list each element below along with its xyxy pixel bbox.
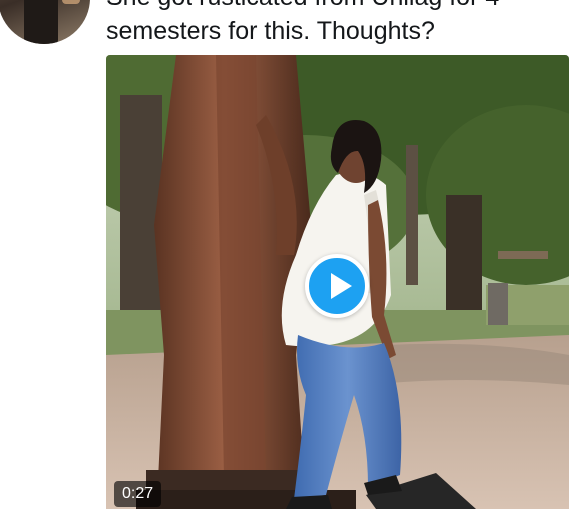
tweet-text: She got rusticated from Unilag for 4 sem… xyxy=(106,0,576,48)
avatar-figure xyxy=(24,0,58,44)
tweet: She got rusticated from Unilag for 4 sem… xyxy=(0,0,588,509)
play-icon xyxy=(331,273,352,299)
avatar[interactable] xyxy=(0,0,90,44)
avatar-accent xyxy=(62,0,80,4)
tweet-text-line-2: semesters for this. Thoughts? xyxy=(106,17,435,45)
video-duration-badge: 0:27 xyxy=(114,481,162,507)
tweet-text-line-1: She got rusticated from Unilag for 4 xyxy=(106,0,576,14)
play-button[interactable] xyxy=(305,254,369,318)
video-player[interactable]: 0:27 xyxy=(106,55,569,509)
